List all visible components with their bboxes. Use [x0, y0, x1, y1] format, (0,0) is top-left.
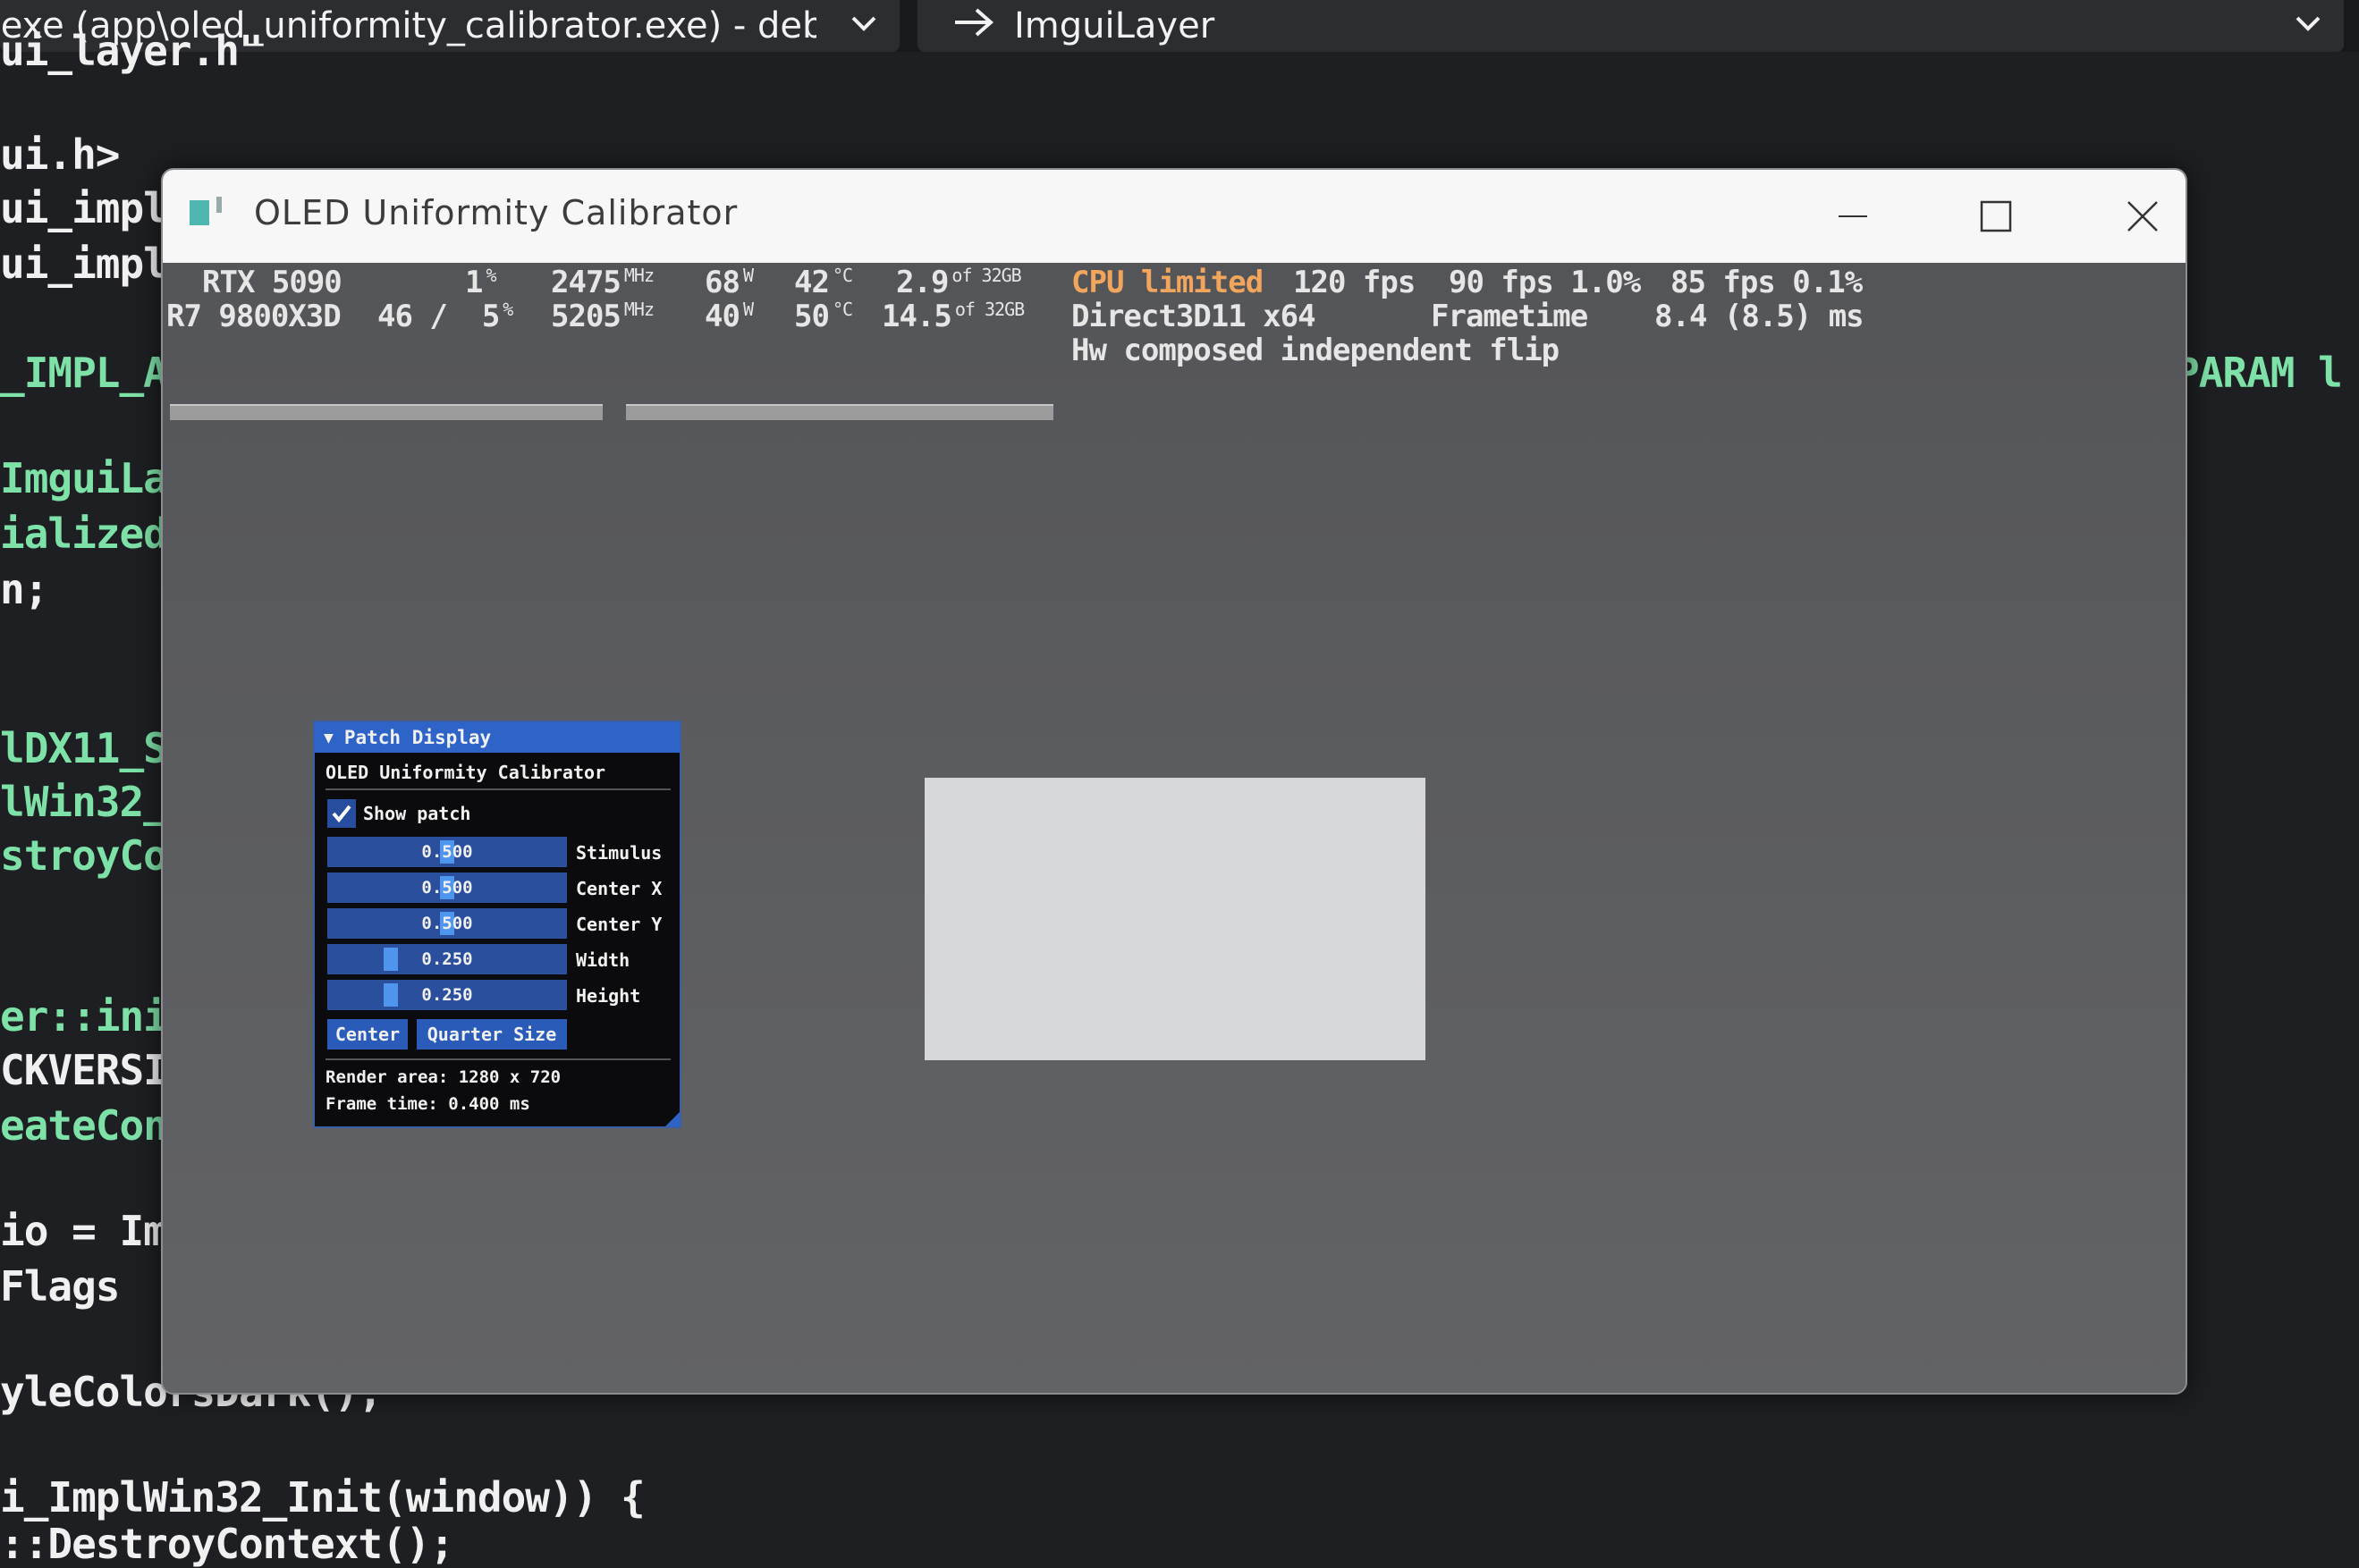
quarter-size-button[interactable]: Quarter Size	[417, 1019, 567, 1050]
show-patch-checkbox[interactable]	[327, 799, 356, 828]
code-line: PARAM l	[2175, 349, 2343, 397]
patch-display-panel[interactable]: ▼ Patch Display OLED Uniformity Calibrat…	[313, 721, 681, 1128]
render-area: RTX 5090 1% 2475 MHz 68 W 42 °C 2.9 of 32GB …	[163, 263, 2186, 1393]
chevron-down-icon[interactable]	[2292, 7, 2324, 47]
slider-label: Stimulus	[576, 842, 663, 864]
code-line: io = Im	[0, 1207, 168, 1255]
member-dropdown-text: ImguiLayer	[1014, 5, 1215, 46]
frametime-graph	[170, 404, 603, 420]
fps-average: 120 fps	[1293, 265, 1416, 300]
code-line: eateCon	[0, 1101, 168, 1150]
code-line: ui_impl	[0, 240, 168, 288]
app-window: OLED Uniformity Calibrator RTX 5090 1% 2…	[161, 168, 2187, 1395]
panel-titlebar[interactable]: ▼ Patch Display	[315, 722, 680, 753]
width-slider[interactable]: 0.250	[327, 944, 567, 974]
height-slider[interactable]: 0.250	[327, 980, 567, 1010]
maximize-button[interactable]	[1960, 184, 2032, 249]
code-line: stroyCo	[0, 831, 168, 880]
code-line: ui_layer.h"	[0, 27, 264, 75]
code-line: lWin32_	[0, 778, 168, 826]
gpu-name: RTX 5090	[202, 265, 342, 300]
center-y-slider[interactable]: 0.500	[327, 908, 567, 939]
frametime-label: Frametime	[1431, 299, 1588, 334]
separator	[326, 1058, 671, 1060]
code-line: lDX11_S	[0, 724, 168, 772]
panel-title: Patch Display	[343, 727, 492, 748]
code-line: CKVERSI	[0, 1046, 168, 1094]
titlebar[interactable]: OLED Uniformity Calibrator	[163, 170, 2186, 263]
panel-header: OLED Uniformity Calibrator	[326, 762, 606, 783]
code-line: Flags	[0, 1262, 120, 1311]
checkmark-icon	[332, 805, 351, 823]
gpu-power: 68 W	[705, 265, 754, 300]
slider-label: Height	[576, 985, 641, 1007]
window-title: OLED Uniformity Calibrator	[254, 193, 739, 232]
minimize-button[interactable]	[1817, 184, 1889, 249]
cpu-power: 40 W	[705, 299, 754, 334]
close-button[interactable]	[2107, 184, 2178, 249]
graphics-api: Direct3D11 x64	[1071, 299, 1316, 334]
show-patch-label: Show patch	[363, 803, 471, 824]
center-button[interactable]: Center	[327, 1019, 408, 1050]
gpu-mem: 2.9 of 32GB	[896, 265, 1022, 300]
present-mode: Hw composed independent flip	[1071, 333, 1560, 368]
center-x-slider[interactable]: 0.500	[327, 873, 567, 903]
chevron-down-icon[interactable]	[848, 7, 880, 47]
gpu-load: 1%	[465, 265, 497, 300]
cpu-name: R7 9800X3D	[166, 299, 342, 334]
code-line: n;	[0, 565, 48, 613]
code-line: ImguiLa	[0, 454, 168, 502]
code-line: ialized	[0, 510, 168, 558]
fps-graph	[626, 404, 1053, 420]
app-icon	[190, 197, 222, 225]
code-line: ui_impl	[0, 184, 168, 232]
arrow-right-icon	[951, 2, 996, 50]
slider-label: Width	[576, 949, 630, 971]
member-dropdown[interactable]: ImguiLayer	[917, 0, 2344, 52]
render-area-text: Render area: 1280 x 720	[326, 1067, 562, 1087]
cpu-temp: 50 °C	[794, 299, 853, 334]
slider-label: Center X	[576, 878, 663, 899]
code-line: i_ImplWin32_Init(window)) {	[0, 1473, 646, 1522]
cpu-load: 46 / 5%	[377, 299, 513, 334]
frame-time-text: Frame time: 0.400 ms	[326, 1094, 530, 1114]
slider-label: Center Y	[576, 914, 663, 935]
close-icon	[2127, 201, 2158, 232]
stimulus-slider[interactable]: 0.500	[327, 837, 567, 867]
slider-grab[interactable]	[384, 983, 398, 1007]
resize-grip[interactable]	[665, 1112, 680, 1126]
cpu-mem: 14.5 of 32GB	[882, 299, 1025, 334]
collapse-arrow-icon[interactable]: ▼	[324, 729, 334, 747]
slider-grab[interactable]	[384, 948, 398, 971]
fps-1pct-low: 90 fps 1.0%	[1449, 265, 1641, 300]
code-line: ui.h>	[0, 131, 120, 179]
fps-01pct-low: 85 fps 0.1%	[1670, 265, 1863, 300]
separator	[326, 788, 671, 790]
frametime-value: 8.4 (8.5) ms	[1654, 299, 1864, 334]
code-line: er::ini	[0, 992, 168, 1041]
gpu-clock: 2475 MHz	[551, 265, 655, 300]
gpu-temp: 42 °C	[794, 265, 853, 300]
maximize-icon	[1980, 200, 2012, 232]
cpu-clock: 5205 MHz	[551, 299, 655, 334]
limit-status: CPU limited	[1071, 265, 1264, 300]
calibration-patch	[925, 778, 1425, 1060]
minimize-icon	[1839, 215, 1867, 217]
code-line: ::DestroyContext();	[0, 1520, 454, 1568]
